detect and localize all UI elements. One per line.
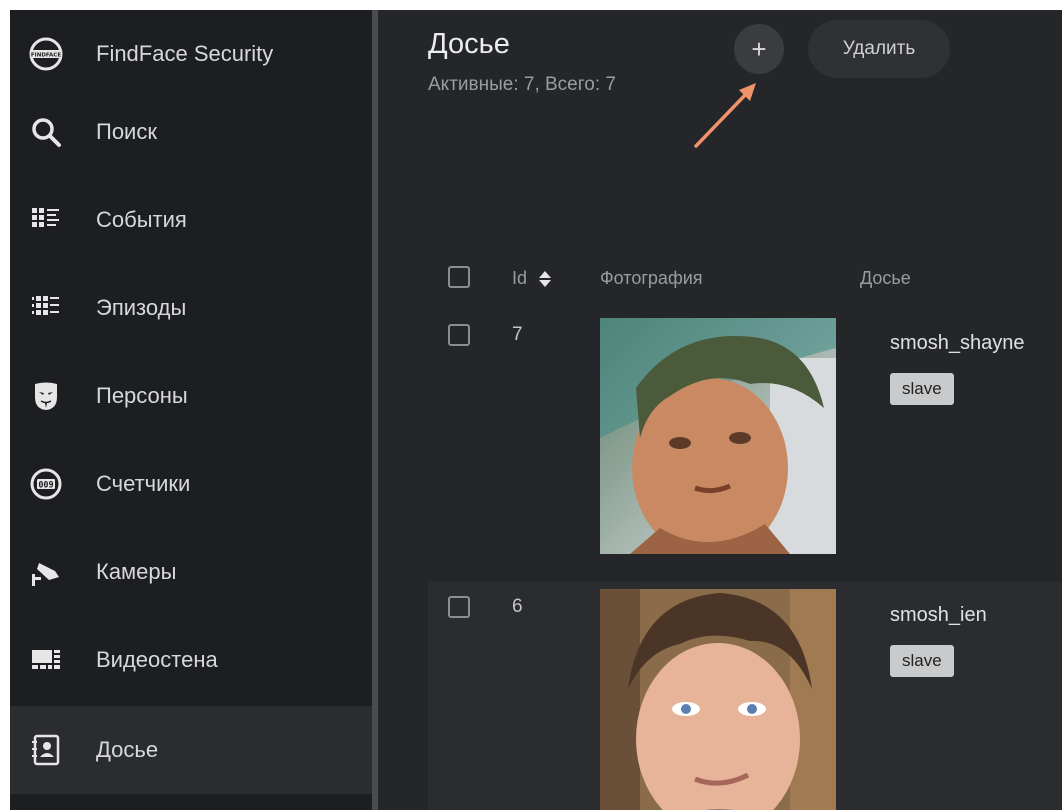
row-id: 6: [512, 596, 523, 617]
sidebar-item-label: Счетчики: [96, 471, 191, 496]
sidebar-item-label: Поиск: [96, 119, 157, 144]
camera-icon: [24, 550, 68, 594]
row-checkbox[interactable]: [448, 324, 470, 346]
sidebar-item-episodes[interactable]: Эпизоды: [10, 264, 372, 352]
sidebar-item-label: Видеостена: [96, 647, 218, 672]
sidebar-item-label: События: [96, 207, 187, 232]
dossier-tag: slave: [890, 645, 954, 677]
sidebar-item-persons[interactable]: Персоны: [10, 352, 372, 440]
counter-icon: 009: [24, 462, 68, 506]
row-id: 7: [512, 324, 523, 345]
column-header-dossier: Досье: [860, 268, 911, 288]
episodes-icon: [24, 286, 68, 330]
select-all-checkbox[interactable]: [448, 266, 470, 288]
sidebar-item-events[interactable]: События: [10, 176, 372, 264]
dossier-name[interactable]: smosh_shayne: [890, 332, 1025, 355]
column-header-photo: Фотография: [600, 268, 703, 288]
sidebar-item-cameras[interactable]: Камеры: [10, 528, 372, 616]
column-header-id-label: Id: [512, 268, 528, 288]
delete-button[interactable]: Удалить: [808, 20, 950, 78]
app-title: FindFace Security: [96, 41, 274, 66]
dossier-photo[interactable]: [600, 318, 836, 554]
svg-text:009: 009: [38, 481, 53, 491]
sidebar-item-label: Эпизоды: [96, 295, 187, 320]
dossier-name[interactable]: smosh_ien: [890, 604, 987, 627]
main-content: Досье Активные: 7, Всего: 7 + Удалить Id…: [378, 10, 1062, 810]
svg-text:FINDFACE: FINDFACE: [31, 53, 61, 59]
row-checkbox[interactable]: [448, 596, 470, 618]
table-row[interactable]: 6 smosh_ien slave: [428, 582, 1062, 810]
dossier-photo[interactable]: [600, 589, 836, 810]
add-dossier-button[interactable]: +: [734, 24, 784, 74]
table-row[interactable]: 7 smosh_shayne slave: [428, 310, 1062, 580]
column-header-id[interactable]: Id: [512, 268, 552, 289]
mask-icon: [24, 374, 68, 418]
page-title: Досье: [428, 28, 510, 60]
videowall-icon: [24, 638, 68, 682]
sidebar: FINDFACE FindFace Security Поиск События…: [10, 10, 372, 810]
sidebar-item-label: Досье: [96, 737, 159, 762]
events-grid-icon: [24, 198, 68, 242]
page-counts: Активные: 7, Всего: 7: [428, 74, 616, 95]
sort-icon[interactable]: [538, 270, 552, 288]
findface-logo-icon: FINDFACE: [24, 32, 68, 76]
app-brand[interactable]: FINDFACE FindFace Security: [10, 10, 372, 98]
sidebar-item-dossier[interactable]: Досье: [10, 706, 372, 794]
app-window: FINDFACE FindFace Security Поиск События…: [10, 10, 1062, 810]
sidebar-item-search[interactable]: Поиск: [10, 88, 372, 176]
search-icon: [24, 110, 68, 154]
dossier-icon: [24, 728, 68, 772]
sidebar-item-videowall[interactable]: Видеостена: [10, 616, 372, 704]
annotation-arrow-icon: [694, 83, 756, 148]
dossier-tag: slave: [890, 373, 954, 405]
sidebar-item-label: Персоны: [96, 383, 188, 408]
sidebar-item-counters[interactable]: 009 Счетчики: [10, 440, 372, 528]
sidebar-item-label: Камеры: [96, 559, 177, 584]
